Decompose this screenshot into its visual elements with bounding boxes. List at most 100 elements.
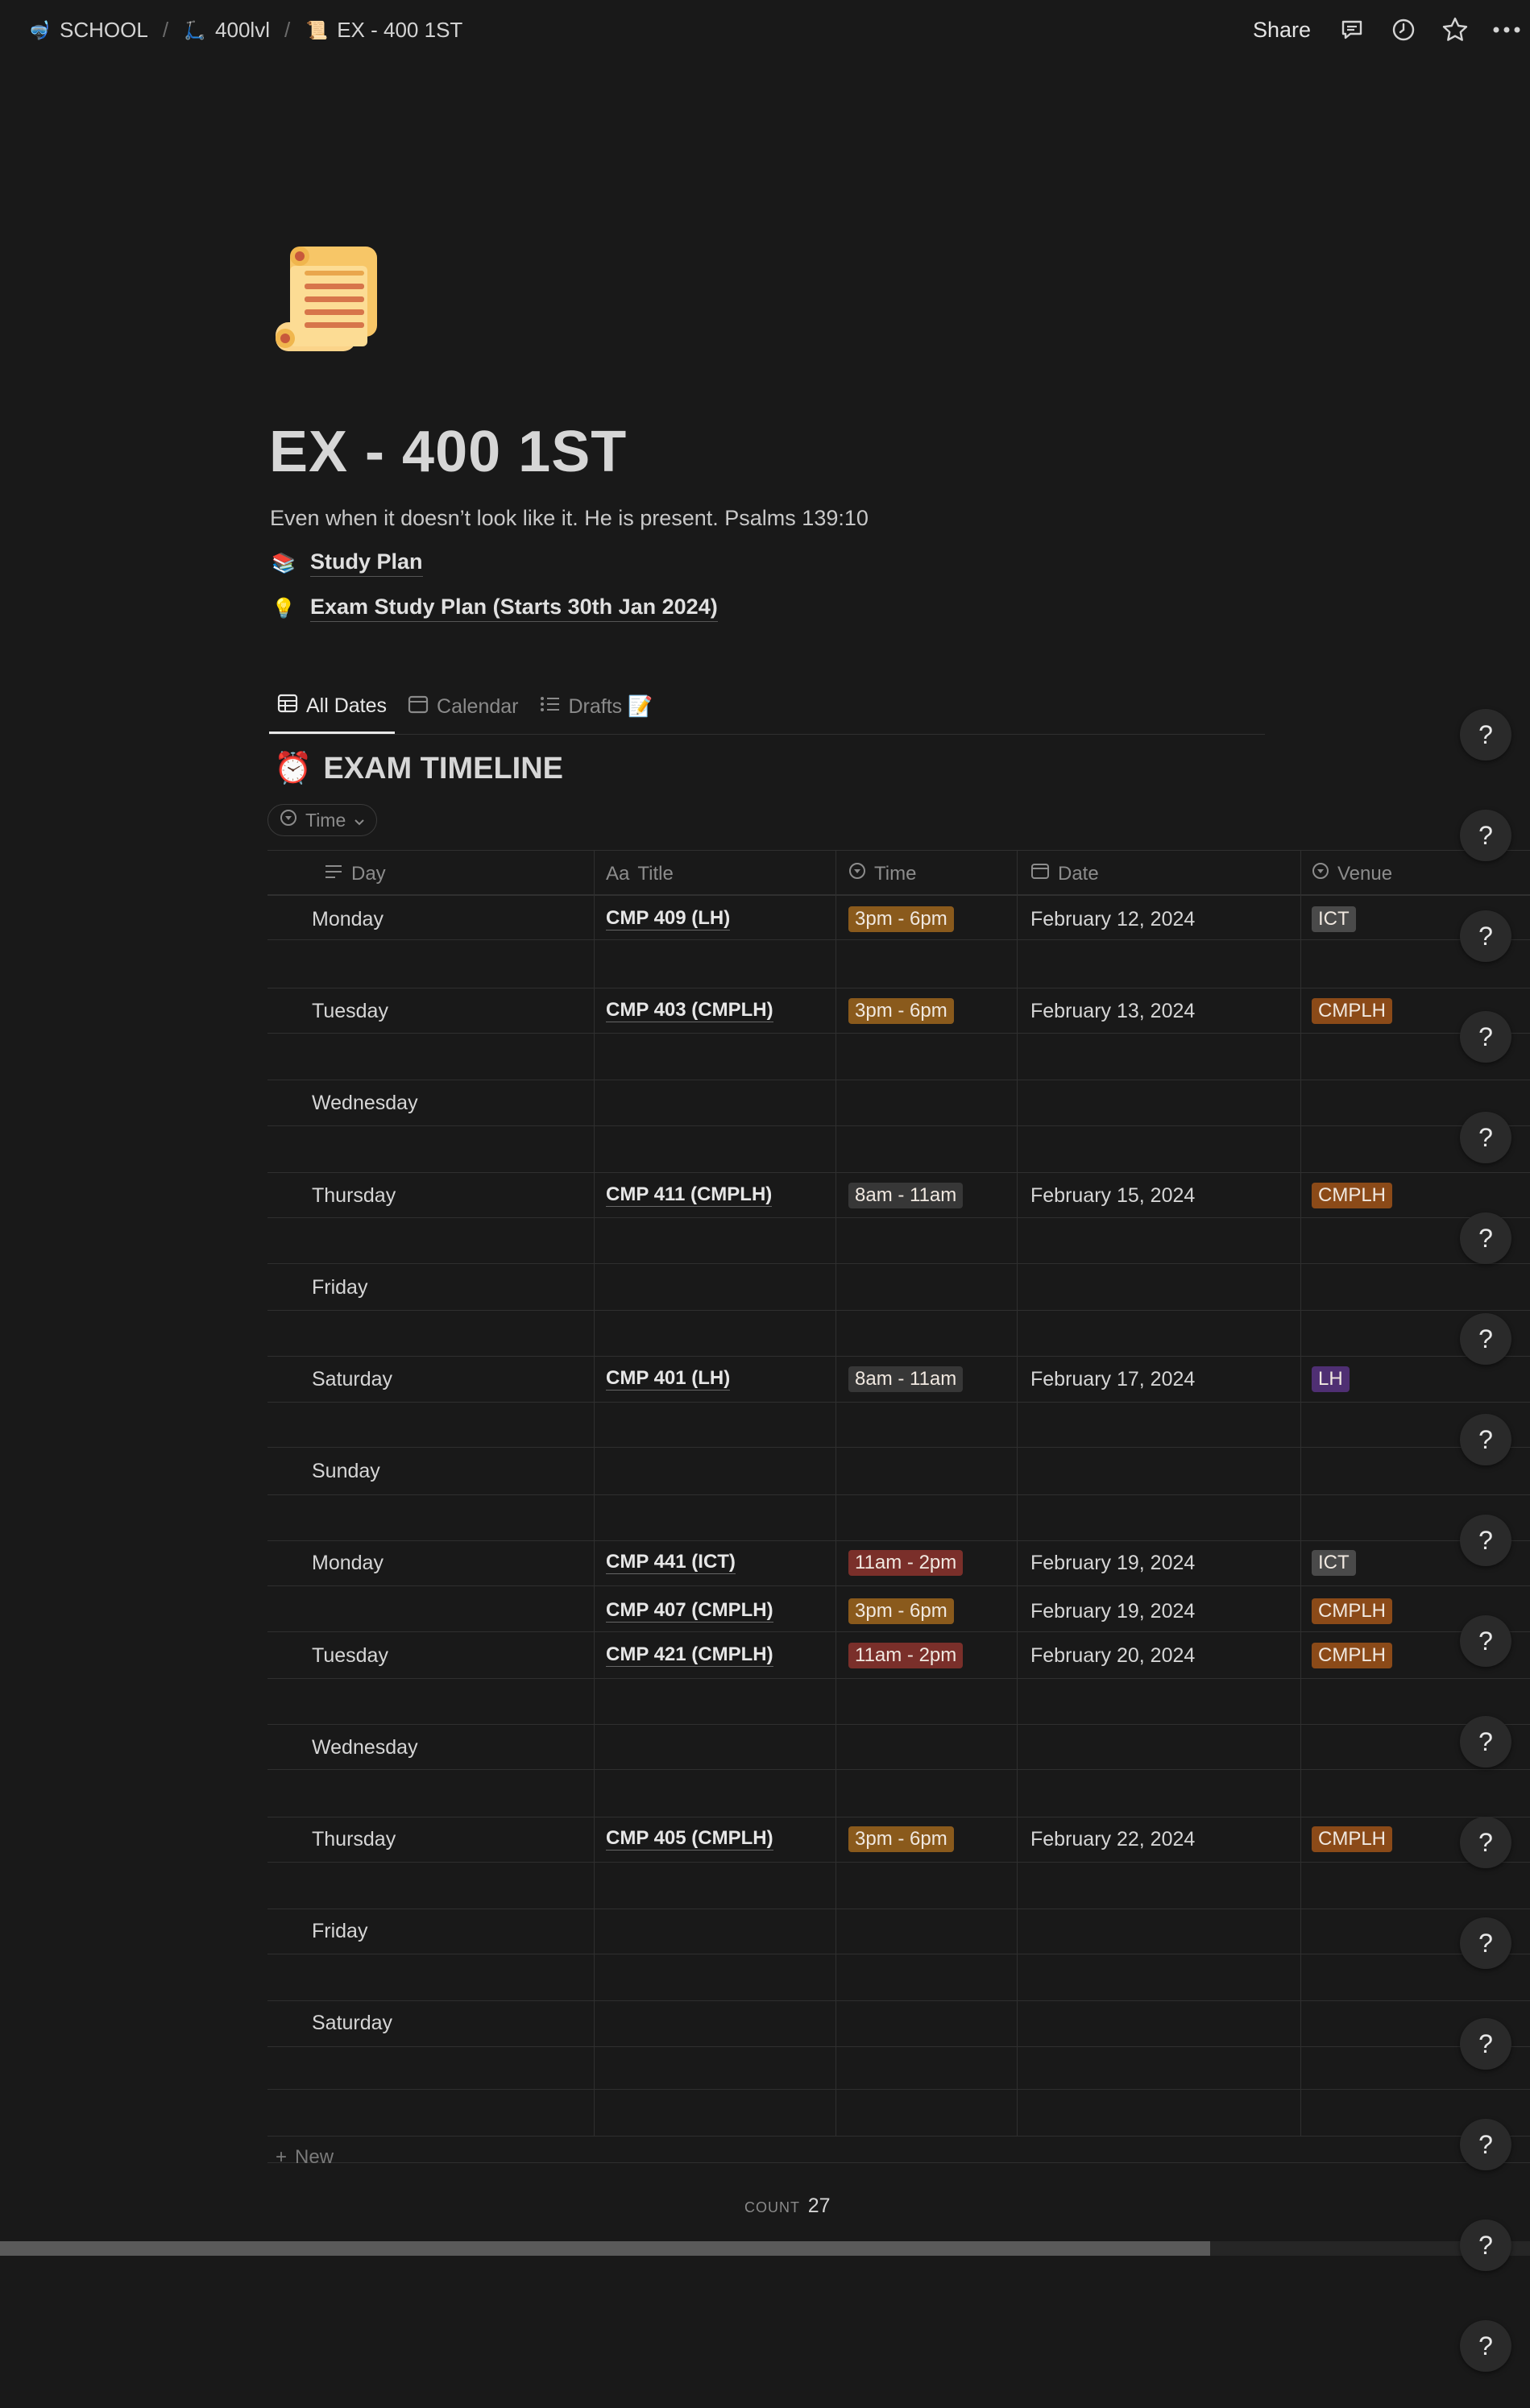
tab-drafts[interactable]: Drafts 📝 — [532, 691, 661, 734]
help-button[interactable]: ? — [1460, 1817, 1511, 1868]
table-row[interactable]: Friday — [267, 1909, 1530, 1954]
table-row[interactable]: Thursday CMP 405 (CMPLH) 3pm - 6pm February… — [267, 1817, 1530, 1863]
title-cell[interactable]: CMP 421 (CMPLH) — [606, 1643, 773, 1667]
breadcrumb-item-current-page[interactable]: 📜 EX - 400 1ST — [305, 18, 463, 43]
help-button[interactable]: ? — [1460, 1515, 1511, 1566]
help-button[interactable]: ? — [1460, 2018, 1511, 2070]
help-button[interactable]: ? — [1460, 1615, 1511, 1667]
help-button[interactable]: ? — [1460, 1011, 1511, 1063]
day-cell[interactable]: Tuesday — [312, 1644, 388, 1668]
time-tag[interactable]: 3pm - 6pm — [848, 906, 954, 932]
comments-icon[interactable] — [1337, 15, 1367, 45]
help-button[interactable]: ? — [1460, 1716, 1511, 1768]
database-title[interactable]: ⏰ EXAM TIMELINE — [274, 751, 563, 786]
table-row[interactable]: Monday CMP 409 (LH) 3pm - 6pm February 12, … — [267, 897, 1530, 943]
more-options-icon[interactable] — [1491, 15, 1522, 45]
table-row[interactable]: Tuesday CMP 421 (CMPLH) 11am - 2pm February… — [267, 1633, 1530, 1679]
history-clock-icon[interactable] — [1388, 15, 1419, 45]
help-button[interactable]: ? — [1460, 1212, 1511, 1264]
help-button[interactable]: ? — [1460, 2119, 1511, 2170]
help-button[interactable]: ? — [1460, 810, 1511, 861]
help-button[interactable]: ? — [1460, 709, 1511, 761]
help-button[interactable]: ? — [1460, 2320, 1511, 2372]
venue-tag[interactable]: ICT — [1312, 906, 1356, 932]
table-row[interactable]: Tuesday CMP 403 (CMPLH) 3pm - 6pm February … — [267, 988, 1530, 1034]
study-plan-link[interactable]: 📚 Study Plan — [272, 549, 423, 577]
help-button[interactable]: ? — [1460, 1414, 1511, 1465]
exam-study-plan-link[interactable]: 💡 Exam Study Plan (Starts 30th Jan 2024) — [272, 595, 718, 622]
tab-all-dates[interactable]: All Dates — [269, 691, 396, 734]
table-row[interactable]: CMP 407 (CMPLH) 3pm - 6pm February 19, 202… — [267, 1589, 1530, 1635]
column-header-venue[interactable]: Venue — [1312, 851, 1392, 897]
date-cell[interactable]: February 19, 2024 — [1030, 1600, 1195, 1623]
day-cell[interactable]: Monday — [312, 908, 384, 931]
date-cell[interactable]: February 22, 2024 — [1030, 1828, 1195, 1851]
page-title[interactable]: EX - 400 1ST — [269, 419, 627, 485]
time-tag[interactable]: 8am - 11am — [848, 1366, 964, 1392]
favorite-star-icon[interactable] — [1440, 15, 1470, 45]
column-header-title[interactable]: Aa Title — [606, 851, 674, 897]
date-cell[interactable]: February 17, 2024 — [1030, 1368, 1195, 1391]
horizontal-scrollbar-thumb[interactable] — [0, 2241, 1210, 2256]
day-cell[interactable]: Thursday — [312, 1828, 396, 1851]
share-button[interactable]: Share — [1253, 18, 1311, 43]
time-tag[interactable]: 3pm - 6pm — [848, 1598, 954, 1624]
day-cell[interactable]: Wednesday — [312, 1092, 418, 1115]
title-cell[interactable]: CMP 411 (CMPLH) — [606, 1183, 773, 1207]
title-cell[interactable]: CMP 409 (LH) — [606, 907, 731, 930]
title-cell[interactable]: CMP 401 (LH) — [606, 1367, 731, 1391]
day-cell[interactable]: Friday — [312, 1276, 367, 1299]
help-button[interactable]: ? — [1460, 910, 1511, 962]
time-tag[interactable]: 3pm - 6pm — [848, 1826, 954, 1852]
column-header-time[interactable]: Time — [848, 851, 916, 897]
date-cell[interactable]: February 15, 2024 — [1030, 1184, 1195, 1208]
venue-tag[interactable]: CMPLH — [1312, 1598, 1393, 1624]
table-row[interactable]: Monday CMP 441 (ICT) 11am - 2pm February 19… — [267, 1540, 1530, 1586]
new-row-button[interactable]: + New — [276, 2146, 334, 2169]
day-cell[interactable]: Friday — [312, 1920, 367, 1943]
breadcrumb-item-400lvl[interactable]: 🛴 400lvl — [183, 18, 270, 43]
scroll-icon[interactable] — [269, 242, 384, 356]
title-cell[interactable]: CMP 403 (CMPLH) — [606, 999, 773, 1022]
tab-calendar[interactable]: Calendar — [400, 691, 526, 734]
venue-tag[interactable]: CMPLH — [1312, 1183, 1393, 1208]
title-cell[interactable]: CMP 441 (ICT) — [606, 1551, 736, 1574]
date-cell[interactable]: February 19, 2024 — [1030, 1552, 1195, 1575]
day-cell[interactable]: Thursday — [312, 1184, 396, 1208]
venue-tag[interactable]: CMPLH — [1312, 1643, 1393, 1668]
date-cell[interactable]: February 13, 2024 — [1030, 1000, 1195, 1023]
help-button[interactable]: ? — [1460, 1313, 1511, 1365]
table-row[interactable]: Saturday — [267, 2000, 1530, 2046]
help-button[interactable]: ? — [1460, 1112, 1511, 1163]
page-quote[interactable]: Even when it doesn’t look like it. He is… — [270, 506, 869, 531]
title-cell[interactable]: CMP 407 (CMPLH) — [606, 1599, 773, 1623]
time-filter-chip[interactable]: Time — [267, 804, 378, 836]
time-tag[interactable]: 11am - 2pm — [848, 1550, 964, 1576]
date-cell[interactable]: February 12, 2024 — [1030, 908, 1195, 931]
day-cell[interactable]: Saturday — [312, 1368, 392, 1391]
breadcrumb-item-school[interactable]: 🤿 SCHOOL — [27, 18, 148, 43]
day-cell[interactable]: Tuesday — [312, 1000, 388, 1023]
table-row[interactable]: Thursday CMP 411 (CMPLH) 8am - 11am Februar… — [267, 1173, 1530, 1219]
venue-tag[interactable]: CMPLH — [1312, 998, 1393, 1024]
table-row[interactable]: Wednesday — [267, 1725, 1530, 1771]
time-tag[interactable]: 8am - 11am — [848, 1183, 964, 1208]
day-cell[interactable]: Monday — [312, 1552, 384, 1575]
day-cell[interactable]: Wednesday — [312, 1736, 418, 1759]
day-cell[interactable]: Saturday — [312, 2012, 392, 2035]
table-row[interactable]: Wednesday — [267, 1080, 1530, 1126]
venue-tag[interactable]: ICT — [1312, 1550, 1356, 1576]
column-header-date[interactable]: Date — [1030, 851, 1099, 897]
column-header-day[interactable]: Day — [324, 851, 386, 897]
help-button[interactable]: ? — [1460, 2219, 1511, 2271]
table-row[interactable]: Friday — [267, 1265, 1530, 1311]
time-tag[interactable]: 3pm - 6pm — [848, 998, 954, 1024]
help-button[interactable]: ? — [1460, 1917, 1511, 1969]
time-tag[interactable]: 11am - 2pm — [848, 1643, 964, 1668]
day-cell[interactable]: Sunday — [312, 1460, 380, 1483]
venue-tag[interactable]: CMPLH — [1312, 1826, 1393, 1852]
venue-tag[interactable]: LH — [1312, 1366, 1350, 1392]
table-row[interactable]: Saturday CMP 401 (LH) 8am - 11am February 1… — [267, 1357, 1530, 1403]
table-row[interactable]: Sunday — [267, 1449, 1530, 1494]
date-cell[interactable]: February 20, 2024 — [1030, 1644, 1195, 1668]
